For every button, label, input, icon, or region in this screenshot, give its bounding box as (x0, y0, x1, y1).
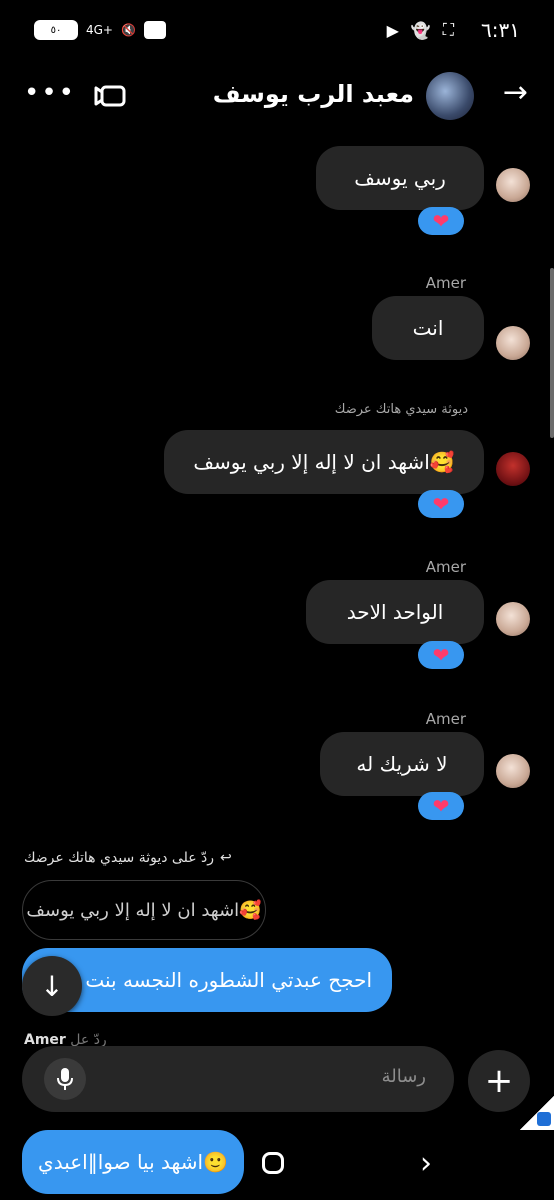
screenshot-icon: ⛶ (442, 20, 454, 39)
sender-avatar[interactable] (496, 754, 530, 788)
chat-header: → معبد الرب يوسف ••• (0, 62, 554, 132)
video-call-icon[interactable] (94, 84, 126, 108)
heart-icon: ❤ (432, 643, 450, 667)
sender-name: ديوثة سيدي هاتك عرضك (334, 402, 468, 417)
sender-name: Amer (425, 710, 466, 728)
battery-level: ٥٠ (50, 24, 62, 36)
sender-name: Amer (425, 558, 466, 576)
mute-icon: 🔇 (121, 23, 136, 37)
message-bubble[interactable]: لا شريك له (320, 732, 484, 796)
scroll-down-button[interactable]: ↓ (22, 956, 82, 1016)
heart-icon: ❤ (432, 209, 450, 233)
sender-name: Amer (425, 274, 466, 292)
reply-label: ردّ على ديوثة سيدي هاتك عرضك ↩ (24, 850, 232, 866)
reaction-badge[interactable]: ❤ (418, 490, 464, 518)
battery-icon: ٥٠ (34, 20, 78, 40)
back-nav-icon[interactable]: › (420, 1146, 432, 1181)
more-options-icon[interactable]: ••• (24, 80, 76, 106)
network-label: 4G+ (86, 23, 113, 37)
reaction-badge[interactable]: ❤ (418, 207, 464, 235)
message-bubble[interactable]: اشهد ان لا إله إلا ربي يوسف🥰 (164, 430, 484, 494)
quoted-message[interactable]: اشهد ان لا إله إلا ربي يوسف🥰 (22, 880, 266, 940)
arrow-down-icon: ↓ (40, 969, 64, 1003)
reply-arrow-icon: ↩ (220, 850, 232, 866)
plus-icon: + (484, 1061, 514, 1101)
reply-label-text: ردّ على ديوثة سيدي هاتك عرضك (24, 850, 215, 866)
scrollbar[interactable] (550, 268, 554, 438)
sender-avatar[interactable] (496, 452, 530, 486)
corner-badge-icon (537, 1112, 551, 1126)
notification-icon (143, 21, 166, 39)
status-left-icons: ٥٠ 4G+ 🔇 (34, 20, 166, 40)
sender-avatar[interactable] (496, 326, 530, 360)
status-right-icons: ▶ 👻 ⛶ (387, 20, 454, 40)
microphone-icon (57, 1068, 73, 1090)
reaction-badge[interactable]: ❤ (418, 792, 464, 820)
reaction-badge[interactable]: ❤ (418, 641, 464, 669)
input-placeholder: رسالة (381, 1066, 426, 1087)
heart-icon: ❤ (432, 794, 450, 818)
chat-title[interactable]: معبد الرب يوسف (213, 80, 414, 108)
heart-icon: ❤ (432, 492, 450, 516)
message-bubble[interactable]: ربي يوسف (316, 146, 484, 210)
message-bubble[interactable]: الواحد الاحد (306, 580, 484, 644)
microphone-button[interactable] (44, 1058, 86, 1100)
snapchat-icon: 👻 (410, 20, 431, 40)
contact-avatar[interactable] (426, 72, 474, 120)
message-bubble[interactable]: انت (372, 296, 484, 360)
youtube-icon: ▶ (386, 20, 399, 40)
message-input[interactable]: رسالة (22, 1046, 454, 1112)
floating-message-bubble[interactable]: اشهد بيا صوا‖اعبدي🙂 (22, 1130, 244, 1194)
home-nav-icon[interactable] (262, 1152, 284, 1174)
sender-avatar[interactable] (496, 168, 530, 202)
back-arrow-icon[interactable]: → (503, 78, 528, 108)
sender-avatar[interactable] (496, 602, 530, 636)
status-time: ٦:٣١ (481, 18, 520, 42)
status-bar: ٥٠ 4G+ 🔇 ▶ 👻 ⛶ ٦:٣١ (0, 0, 554, 62)
